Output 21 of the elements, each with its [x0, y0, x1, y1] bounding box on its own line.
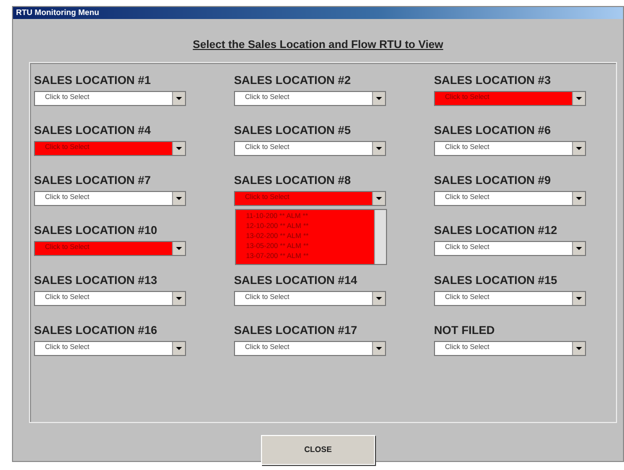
- location-label: SALES LOCATION #4: [34, 124, 152, 138]
- scrollbar[interactable]: [374, 210, 386, 264]
- location-label: SALES LOCATION #14: [234, 274, 358, 288]
- window-title: RTU Monitoring Menu: [13, 7, 623, 19]
- location-label: SALES LOCATION #8: [234, 174, 352, 188]
- close-button[interactable]: CLOSE: [261, 434, 375, 464]
- location-label: SALES LOCATION #5: [234, 124, 352, 138]
- location-label: SALES LOCATION #7: [34, 174, 152, 188]
- location-label: SALES LOCATION #13: [34, 274, 158, 288]
- location-label: SALES LOCATION #16: [34, 324, 158, 338]
- location-label: SALES LOCATION #1: [34, 74, 152, 88]
- location-label: SALES LOCATION #12: [434, 224, 558, 238]
- location-label: SALES LOCATION #17: [234, 324, 358, 338]
- location-label: NOT FILED: [434, 324, 496, 338]
- location-label: SALES LOCATION #15: [434, 274, 558, 288]
- location-label: SALES LOCATION #2: [234, 74, 352, 88]
- location-label: SALES LOCATION #9: [434, 174, 552, 188]
- location-label: SALES LOCATION #3: [434, 74, 552, 88]
- location-label: SALES LOCATION #6: [434, 124, 552, 138]
- instruction-heading: Select the Sales Location and Flow RTU to View: [192, 38, 444, 53]
- location-label: SALES LOCATION #10: [34, 224, 158, 238]
